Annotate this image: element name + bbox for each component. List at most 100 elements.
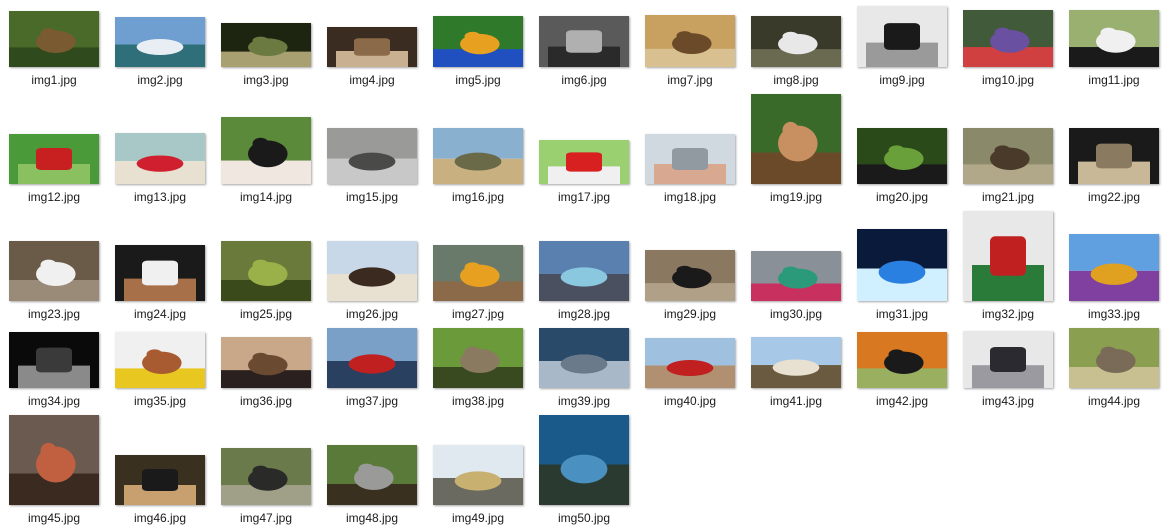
file-thumbnail[interactable] (539, 415, 629, 505)
file-name-label: img1.jpg (31, 73, 77, 87)
file-thumbnail[interactable] (221, 23, 311, 67)
file-name-label: img18.jpg (663, 190, 717, 204)
file-thumbnail[interactable] (9, 134, 99, 184)
file-name-label: img48.jpg (345, 511, 399, 525)
file-thumbnail[interactable] (221, 448, 311, 505)
file-thumbnail[interactable] (857, 332, 947, 388)
file-thumbnail[interactable] (433, 16, 523, 67)
file-name-label: img6.jpg (561, 73, 607, 87)
file-thumbnail[interactable] (221, 117, 311, 184)
file-name-label: img36.jpg (239, 394, 293, 408)
file-name-label: img3.jpg (243, 73, 289, 87)
file-thumbnail[interactable] (115, 245, 205, 301)
file-name-label: img31.jpg (875, 307, 929, 321)
file-thumbnail[interactable] (433, 328, 523, 388)
file-name-label: img35.jpg (133, 394, 187, 408)
file-thumbnail[interactable] (115, 133, 205, 184)
file-thumbnail[interactable] (221, 241, 311, 301)
file-name-label: img39.jpg (557, 394, 611, 408)
file-name-label: img23.jpg (27, 307, 81, 321)
file-name-label: img5.jpg (455, 73, 501, 87)
file-thumbnail[interactable] (857, 6, 947, 67)
file-thumbnail[interactable] (857, 229, 947, 301)
file-thumbnail[interactable] (963, 331, 1053, 388)
file-name-label: img2.jpg (137, 73, 183, 87)
file-name-label: img20.jpg (875, 190, 929, 204)
file-thumbnail[interactable] (327, 27, 417, 67)
file-thumbnail[interactable] (645, 15, 735, 67)
file-name-label: img4.jpg (349, 73, 395, 87)
file-thumbnail[interactable] (9, 415, 99, 505)
file-thumbnail[interactable] (963, 128, 1053, 184)
file-name-label: img8.jpg (773, 73, 819, 87)
file-thumbnail[interactable] (751, 16, 841, 67)
file-thumbnail[interactable] (327, 328, 417, 388)
file-thumbnail[interactable] (327, 445, 417, 505)
file-thumbnail[interactable] (9, 332, 99, 388)
file-name-label: img16.jpg (451, 190, 505, 204)
file-thumbnail[interactable] (751, 94, 841, 184)
file-thumbnail[interactable] (115, 17, 205, 67)
file-name-label: img29.jpg (663, 307, 717, 321)
file-thumbnail[interactable] (963, 10, 1053, 67)
file-name-label: img15.jpg (345, 190, 399, 204)
file-name-label: img7.jpg (667, 73, 713, 87)
file-name-label: img10.jpg (981, 73, 1035, 87)
file-thumbnail[interactable] (327, 128, 417, 184)
file-name-label: img24.jpg (133, 307, 187, 321)
file-name-label: img13.jpg (133, 190, 187, 204)
file-thumbnail[interactable] (433, 245, 523, 301)
file-name-label: img44.jpg (1087, 394, 1141, 408)
file-thumbnail[interactable] (433, 128, 523, 184)
file-name-label: img42.jpg (875, 394, 929, 408)
file-name-label: img45.jpg (27, 511, 81, 525)
file-name-label: img41.jpg (769, 394, 823, 408)
file-name-label: img30.jpg (769, 307, 823, 321)
file-thumbnail[interactable] (539, 241, 629, 301)
file-name-label: img11.jpg (1088, 73, 1140, 87)
file-name-label: img34.jpg (27, 394, 81, 408)
file-name-label: img9.jpg (879, 73, 925, 87)
file-name-label: img17.jpg (557, 190, 611, 204)
file-name-label: img22.jpg (1087, 190, 1141, 204)
file-name-label: img33.jpg (1087, 307, 1141, 321)
file-thumbnail[interactable] (115, 332, 205, 388)
file-name-label: img12.jpg (27, 190, 81, 204)
file-thumbnail[interactable] (327, 241, 417, 301)
file-thumbnail[interactable] (433, 445, 523, 505)
file-name-label: img27.jpg (451, 307, 505, 321)
file-thumbnail[interactable] (645, 250, 735, 301)
file-name-label: img14.jpg (239, 190, 293, 204)
file-thumbnail[interactable] (857, 128, 947, 184)
file-name-label: img40.jpg (663, 394, 717, 408)
file-thumbnail[interactable] (1069, 234, 1159, 301)
file-name-label: img49.jpg (451, 511, 505, 525)
file-thumbnail[interactable] (9, 11, 99, 67)
file-thumbnail[interactable] (1069, 10, 1159, 67)
file-name-label: img21.jpg (981, 190, 1035, 204)
file-name-label: img32.jpg (981, 307, 1035, 321)
file-thumbnail[interactable] (539, 16, 629, 67)
file-thumbnail[interactable] (645, 338, 735, 388)
file-thumbnail[interactable] (539, 328, 629, 388)
file-thumbnail[interactable] (1069, 128, 1159, 184)
file-thumbnail-grid: img1.jpg img2.jpg img3.jpg img4.jpg img5… (0, 0, 1170, 530)
file-name-label: img25.jpg (239, 307, 293, 321)
file-thumbnail[interactable] (115, 455, 205, 505)
file-name-label: img43.jpg (981, 394, 1035, 408)
file-thumbnail[interactable] (221, 337, 311, 388)
file-name-label: img47.jpg (239, 511, 293, 525)
file-name-label: img50.jpg (557, 511, 611, 525)
file-thumbnail[interactable] (751, 251, 841, 301)
file-thumbnail[interactable] (963, 211, 1053, 301)
file-name-label: img38.jpg (451, 394, 505, 408)
file-thumbnail[interactable] (539, 140, 629, 184)
file-thumbnail[interactable] (1069, 328, 1159, 388)
file-thumbnail[interactable] (751, 337, 841, 388)
file-thumbnail[interactable] (9, 241, 99, 301)
file-name-label: img26.jpg (345, 307, 399, 321)
file-name-label: img28.jpg (557, 307, 611, 321)
file-thumbnail[interactable] (645, 134, 735, 184)
file-name-label: img37.jpg (345, 394, 399, 408)
file-name-label: img19.jpg (769, 190, 823, 204)
